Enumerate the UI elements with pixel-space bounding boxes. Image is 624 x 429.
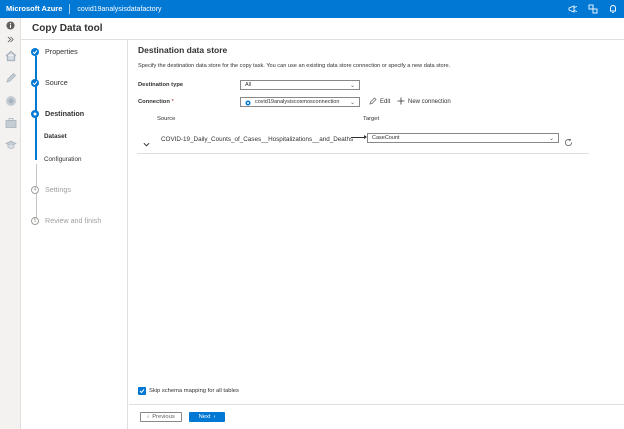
top-bar-icons: [568, 0, 618, 18]
target-table-value: CaseCount: [372, 135, 400, 141]
progress-line-destination: [35, 116, 37, 160]
chevron-down-icon: ⌄: [349, 100, 355, 106]
edit-label: Edit: [380, 99, 391, 105]
step-label: Source: [45, 78, 68, 87]
step-number-badge: 5: [31, 216, 39, 225]
section-title: Destination data store: [138, 45, 228, 55]
next-label: Next: [198, 414, 211, 420]
main-content: Destination data store Specify the desti…: [129, 40, 624, 429]
source-column-header: Source: [157, 116, 176, 122]
monitor-icon[interactable]: [4, 94, 17, 107]
home-icon[interactable]: [4, 49, 17, 62]
chevron-down-icon: ⌄: [548, 136, 554, 142]
connection-label: Connection *: [138, 99, 174, 105]
previous-label: Previous: [152, 414, 175, 420]
chevron-right-icon: ›: [213, 414, 216, 420]
checkmark-icon: [31, 47, 39, 56]
feedback-icon[interactable]: [568, 4, 578, 14]
learning-icon[interactable]: [4, 138, 17, 151]
section-description: Specify the destination data store for t…: [138, 63, 451, 69]
pending-line-2: [35, 193, 37, 218]
directory-switch-icon[interactable]: [588, 4, 598, 14]
chevron-left-icon: ‹: [147, 414, 150, 420]
step-settings[interactable]: 4 Settings: [31, 185, 71, 194]
step-label: Properties: [45, 47, 78, 56]
connection-label-text: Connection: [138, 99, 170, 105]
cosmosdb-icon: [245, 100, 251, 108]
target-column-header: Target: [363, 116, 380, 122]
azure-brand[interactable]: Microsoft Azure: [0, 4, 71, 14]
source-table-name: COVID-19_Daily_Counts_of_Cases__Hospital…: [161, 136, 354, 143]
step-review[interactable]: 5 Review and finish: [31, 216, 101, 225]
expand-icon[interactable]: [4, 33, 17, 46]
skip-schema-checkbox[interactable]: Skip schema mapping for all tables: [138, 387, 239, 395]
new-connection-label: New connection: [408, 99, 451, 105]
factory-name[interactable]: covid19analysisdatafactory: [70, 6, 161, 13]
step-source[interactable]: Source: [31, 78, 68, 87]
pending-line: [35, 164, 37, 186]
step-number-badge: 4: [31, 185, 39, 194]
pencil-icon: [369, 97, 377, 107]
chevron-down-icon: ⌄: [349, 83, 355, 89]
left-nav-rail: [0, 18, 21, 429]
page-title: Copy Data tool: [32, 23, 103, 34]
skip-schema-label: Skip schema mapping for all tables: [149, 388, 239, 394]
substep-dataset[interactable]: Dataset: [44, 133, 67, 140]
step-label: Destination: [45, 109, 85, 118]
checkmark-icon: [31, 78, 39, 87]
destination-type-label: Destination type: [138, 82, 184, 88]
azure-top-bar: Microsoft Azure covid19analysisdatafacto…: [0, 0, 624, 18]
mapping-arrow-icon: [351, 135, 367, 139]
footer-divider: [129, 404, 624, 405]
destination-type-value: All: [245, 82, 252, 88]
author-pencil-icon[interactable]: [4, 71, 17, 84]
connection-value: covid19analysiscosmosconnection: [255, 99, 340, 105]
chevron-down-icon[interactable]: [143, 135, 150, 153]
required-asterisk: *: [171, 99, 174, 105]
step-destination[interactable]: Destination: [31, 109, 84, 118]
target-table-dropdown[interactable]: CaseCount ⌄: [367, 133, 559, 143]
manage-toolbox-icon[interactable]: [4, 116, 17, 129]
step-label: Settings: [45, 185, 71, 194]
table-mapping-row: COVID-19_Daily_Counts_of_Cases__Hospital…: [137, 130, 589, 154]
new-connection-button[interactable]: New connection: [397, 97, 451, 107]
active-step-icon: [31, 109, 39, 118]
step-properties[interactable]: Properties: [31, 47, 78, 56]
plus-icon: [397, 97, 405, 107]
wizard-steps-panel: Properties Source Destination Dataset Co…: [21, 40, 128, 429]
tool-title-bar: Copy Data tool: [21, 18, 624, 40]
previous-button[interactable]: ‹ Previous: [140, 412, 182, 422]
checkbox-checked-icon: [138, 387, 146, 395]
substep-configuration[interactable]: Configuration: [44, 156, 81, 163]
edit-connection-button[interactable]: Edit: [369, 97, 390, 107]
info-icon[interactable]: [4, 19, 17, 32]
notifications-icon[interactable]: [608, 4, 618, 14]
connection-dropdown[interactable]: covid19analysiscosmosconnection ⌄: [240, 97, 360, 107]
destination-type-dropdown[interactable]: All ⌄: [240, 80, 360, 90]
step-label: Review and finish: [45, 216, 102, 225]
next-button[interactable]: Next ›: [189, 412, 225, 422]
refresh-icon[interactable]: [564, 134, 573, 152]
